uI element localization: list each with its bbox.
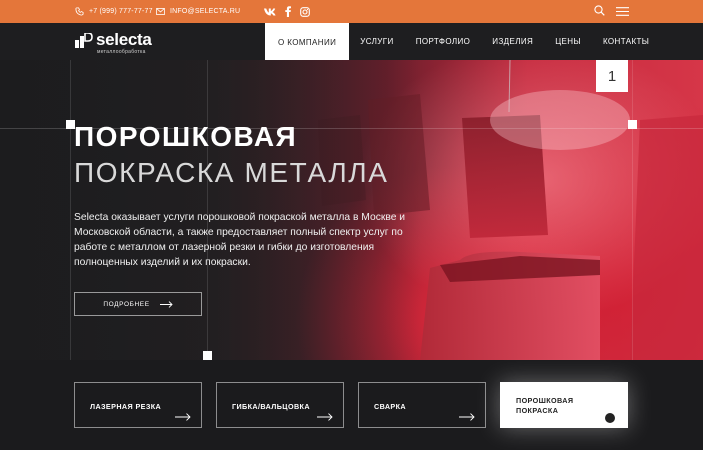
social-links [264,0,310,23]
service-card-bending[interactable]: ГИБКА/ВАЛЬЦОВКА [216,382,344,428]
logo-name: selecta [96,30,152,49]
service-card-label: ЛАЗЕРНАЯ РЕЗКА [90,402,162,411]
logo[interactable]: selecta металлообработка [75,29,155,61]
more-button[interactable]: ПОДРОБНЕЕ [74,292,202,316]
service-card-label: ПОРОШКОВАЯ ПОКРАСКА [516,396,574,415]
top-bar: +7 (999) 777-77-77 INFO@SELECTA.RU [0,0,703,23]
nav-item-services[interactable]: УСЛУГИ [349,23,404,60]
hero-description: Selecta оказывает услуги порошковой покр… [74,212,406,268]
instagram-icon[interactable] [300,6,310,17]
nav-item-products[interactable]: ИЗДЕЛИЯ [481,23,544,60]
more-button-label: ПОДРОБНЕЕ [103,300,150,308]
hero-title-line1: ПОРОШКОВАЯ [74,121,298,152]
email-link[interactable]: INFO@SELECTA.RU [156,0,240,23]
hero-title-line2: ПОКРАСКА МЕТАЛЛА [74,157,389,188]
phone-icon [75,7,84,16]
nav-item-about[interactable]: О КОМПАНИИ [265,23,350,62]
nav-item-contacts[interactable]: КОНТАКТЫ [592,23,660,60]
logo-mark-icon [75,33,93,48]
service-card-label: СВАРКА [374,402,406,411]
corner-square-bottom [203,351,212,360]
services-row: ЛАЗЕРНАЯ РЕЗКА ГИБКА/ВАЛЬЦОВКА СВАРКА ПО… [0,360,703,450]
search-icon[interactable] [594,3,605,21]
corner-square-top-right [628,120,637,129]
logo-subtitle: металлообработка [97,49,146,55]
arrow-right-icon [175,413,191,421]
service-card-label: ГИБКА/ВАЛЬЦОВКА [232,402,310,411]
hero-slider: 1 ПОРОШКОВАЯ ПОКРАСКА МЕТАЛЛА Selecta ок… [0,60,703,360]
nav-item-portfolio[interactable]: ПОРТФОЛИО [405,23,482,60]
top-actions [594,0,629,23]
menu-icon[interactable] [616,3,629,21]
arrow-right-icon [317,413,333,421]
email-address: INFO@SELECTA.RU [170,8,241,15]
nav-item-prices[interactable]: ЦЕНЫ [544,23,592,60]
phone-number: +7 (999) 777-77-77 [89,8,153,15]
grid-line-vertical-left [70,60,71,360]
active-dot-icon [605,413,615,423]
main-nav: О КОМПАНИИ УСЛУГИ ПОРТФОЛИО ИЗДЕЛИЯ ЦЕНЫ… [265,23,660,62]
service-card-welding[interactable]: СВАРКА [358,382,486,428]
service-card-powder-coating[interactable]: ПОРОШКОВАЯ ПОКРАСКА [500,382,628,428]
arrow-right-icon [459,413,475,421]
arrow-right-icon [159,300,173,308]
facebook-icon[interactable] [285,6,291,17]
mail-icon [156,8,165,15]
phone-link[interactable]: +7 (999) 777-77-77 [75,0,153,23]
vk-icon[interactable] [264,8,276,16]
site-header: selecta металлообработка О КОМПАНИИ УСЛУ… [0,23,703,62]
slide-number: 1 [596,60,628,92]
service-card-laser[interactable]: ЛАЗЕРНАЯ РЕЗКА [74,382,202,428]
grid-line-vertical-right [632,60,633,360]
